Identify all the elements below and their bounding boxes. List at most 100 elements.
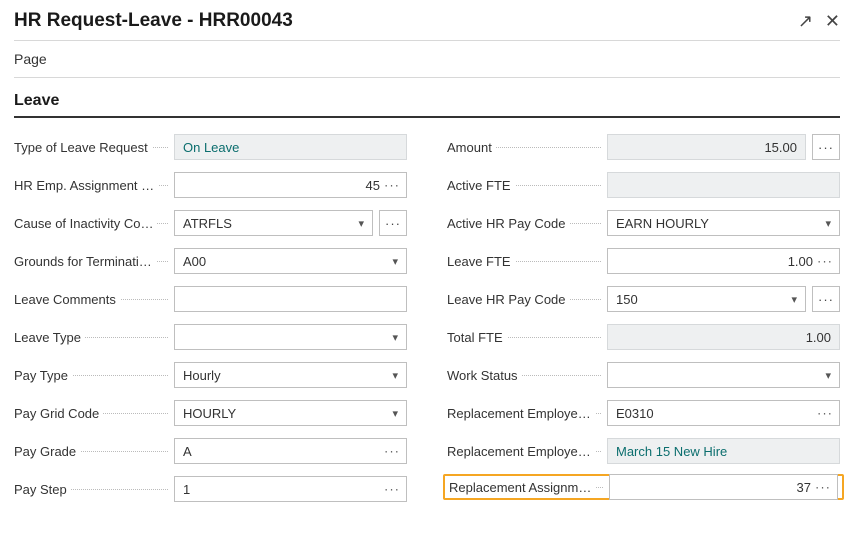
chevron-down-icon: ▾ [825, 369, 831, 382]
page-header: HR Request-Leave - HRR00043 ↗ ✕ [0, 0, 854, 40]
active-fte-value [607, 172, 840, 198]
tab-page[interactable]: Page [14, 51, 47, 67]
amount-lookup-button[interactable]: ··· [812, 134, 840, 160]
label-active-hr-pay-code: Active HR Pay Code [447, 216, 570, 231]
chevron-down-icon: ▾ [791, 293, 797, 306]
label-leave-type: Leave Type [14, 330, 85, 345]
tab-bar: Page [0, 41, 854, 77]
right-column: Amount 15.00 ··· Active FTE Active HR Pa… [447, 134, 840, 502]
page-title: HR Request-Leave - HRR00043 [14, 10, 293, 32]
header-actions: ↗ ✕ [798, 12, 840, 30]
row-cause-inactivity: Cause of Inactivity Co… ATRFLS ▾ ··· [14, 210, 407, 236]
lookup-icon[interactable]: ··· [817, 254, 833, 269]
lookup-icon[interactable]: ··· [384, 444, 400, 459]
row-active-fte: Active FTE [447, 172, 840, 198]
active-hr-pay-code-value: EARN HOURLY [616, 216, 709, 231]
lookup-icon[interactable]: ··· [817, 406, 833, 421]
row-grounds-termination: Grounds for Terminati… A00 ▾ [14, 248, 407, 274]
replacement-assignment-input[interactable]: 37 ··· [609, 474, 838, 500]
chevron-down-icon: ▾ [358, 217, 364, 230]
row-pay-grade: Pay Grade A ··· [14, 438, 407, 464]
pay-type-value: Hourly [183, 368, 221, 383]
label-grounds-termination: Grounds for Terminati… [14, 254, 156, 269]
lookup-icon[interactable]: ··· [384, 178, 400, 193]
left-column: Type of Leave Request On Leave HR Emp. A… [14, 134, 407, 502]
leave-hr-pay-code-select[interactable]: 150 ▾ [607, 286, 806, 312]
pay-step-input[interactable]: 1 ··· [174, 476, 407, 502]
pay-grade-value: A [183, 444, 192, 459]
label-replacement-employee-no: Replacement Employe… [447, 406, 595, 421]
row-replacement-employee-no: Replacement Employe… E0310 ··· [447, 400, 840, 426]
label-leave-fte: Leave FTE [447, 254, 515, 269]
close-icon[interactable]: ✕ [825, 12, 840, 30]
row-leave-type: Leave Type ▾ [14, 324, 407, 350]
replacement-employee-no-input[interactable]: E0310 ··· [607, 400, 840, 426]
label-replacement-assignment: Replacement Assignm… [449, 480, 595, 495]
type-of-leave-value: On Leave [174, 134, 407, 160]
cause-inactivity-select[interactable]: ATRFLS ▾ [174, 210, 373, 236]
row-leave-hr-pay-code: Leave HR Pay Code 150 ▾ ··· [447, 286, 840, 312]
replacement-assignment-value: 37 [797, 480, 811, 495]
pay-grid-code-value: HOURLY [183, 406, 236, 421]
row-work-status: Work Status ▾ [447, 362, 840, 388]
chevron-down-icon: ▾ [392, 331, 398, 344]
label-type-of-leave: Type of Leave Request [14, 140, 152, 155]
label-amount: Amount [447, 140, 496, 155]
pay-step-value: 1 [183, 482, 190, 497]
chevron-down-icon: ▾ [825, 217, 831, 230]
cause-inactivity-lookup-button[interactable]: ··· [379, 210, 407, 236]
grounds-termination-value: A00 [183, 254, 206, 269]
label-leave-hr-pay-code: Leave HR Pay Code [447, 292, 570, 307]
row-type-of-leave: Type of Leave Request On Leave [14, 134, 407, 160]
chevron-down-icon: ▾ [392, 255, 398, 268]
row-replacement-employee-name: Replacement Employe… March 15 New Hire [447, 438, 840, 464]
replacement-employee-no-value: E0310 [616, 406, 654, 421]
row-pay-grid-code: Pay Grid Code HOURLY ▾ [14, 400, 407, 426]
lookup-icon[interactable]: ··· [815, 480, 831, 495]
leave-hr-pay-code-lookup-button[interactable]: ··· [812, 286, 840, 312]
pay-type-select[interactable]: Hourly ▾ [174, 362, 407, 388]
label-pay-type: Pay Type [14, 368, 72, 383]
section-title: Leave [0, 78, 854, 116]
row-active-hr-pay-code: Active HR Pay Code EARN HOURLY ▾ [447, 210, 840, 236]
pay-grade-input[interactable]: A ··· [174, 438, 407, 464]
lookup-icon[interactable]: ··· [384, 482, 400, 497]
section-underline [14, 116, 840, 118]
row-amount: Amount 15.00 ··· [447, 134, 840, 160]
amount-value: 15.00 [607, 134, 806, 160]
cause-inactivity-value: ATRFLS [183, 216, 232, 231]
leave-comments-input[interactable] [174, 286, 407, 312]
label-hr-emp-assignment: HR Emp. Assignment … [14, 178, 158, 193]
label-cause-inactivity: Cause of Inactivity Co… [14, 216, 157, 231]
grounds-termination-select[interactable]: A00 ▾ [174, 248, 407, 274]
row-hr-emp-assignment: HR Emp. Assignment … 45 ··· [14, 172, 407, 198]
row-pay-step: Pay Step 1 ··· [14, 476, 407, 502]
hr-emp-assignment-input[interactable]: 45 ··· [174, 172, 407, 198]
row-pay-type: Pay Type Hourly ▾ [14, 362, 407, 388]
pay-grid-code-select[interactable]: HOURLY ▾ [174, 400, 407, 426]
label-replacement-employee-name: Replacement Employe… [447, 444, 595, 459]
leave-type-select[interactable]: ▾ [174, 324, 407, 350]
row-replacement-assignment: Replacement Assignm… 37 ··· [443, 474, 844, 500]
row-leave-fte: Leave FTE 1.00 ··· [447, 248, 840, 274]
total-fte-value: 1.00 [607, 324, 840, 350]
leave-hr-pay-code-value: 150 [616, 292, 638, 307]
label-pay-step: Pay Step [14, 482, 71, 497]
label-leave-comments: Leave Comments [14, 292, 120, 307]
chevron-down-icon: ▾ [392, 369, 398, 382]
label-pay-grid-code: Pay Grid Code [14, 406, 103, 421]
chevron-down-icon: ▾ [392, 407, 398, 420]
work-status-select[interactable]: ▾ [607, 362, 840, 388]
replacement-employee-name-value: March 15 New Hire [607, 438, 840, 464]
label-pay-grade: Pay Grade [14, 444, 80, 459]
label-total-fte: Total FTE [447, 330, 507, 345]
active-hr-pay-code-select[interactable]: EARN HOURLY ▾ [607, 210, 840, 236]
hr-emp-assignment-value: 45 [366, 178, 380, 193]
form-grid: Type of Leave Request On Leave HR Emp. A… [0, 134, 854, 502]
expand-icon[interactable]: ↗ [798, 12, 813, 30]
leave-fte-value: 1.00 [788, 254, 813, 269]
row-leave-comments: Leave Comments [14, 286, 407, 312]
label-work-status: Work Status [447, 368, 522, 383]
leave-fte-input[interactable]: 1.00 ··· [607, 248, 840, 274]
label-active-fte: Active FTE [447, 178, 515, 193]
